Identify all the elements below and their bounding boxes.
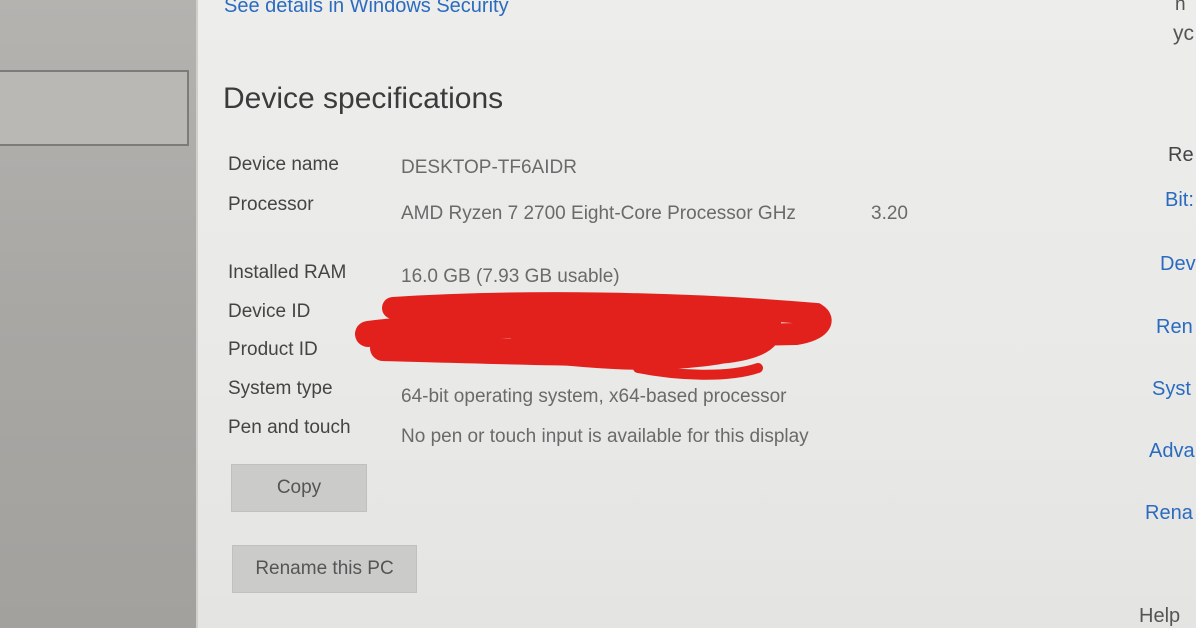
help-label[interactable]: Help	[1139, 605, 1180, 628]
rename-pc-button[interactable]: Rename this PC	[232, 545, 417, 593]
redaction-scribble	[355, 292, 832, 380]
related-link-system-protection[interactable]: Syst	[1152, 378, 1191, 401]
spec-value-device-name: DESKTOP-TF6AIDR	[401, 157, 577, 178]
spec-label-processor: Processor	[228, 194, 314, 215]
right-panel-text-2: yc	[1173, 22, 1194, 45]
section-title: Device specifications	[223, 82, 504, 115]
related-link-remote-desktop[interactable]: Ren	[1156, 316, 1193, 339]
spec-value-processor: AMD Ryzen 7 2700 Eight-Core Processor GH…	[401, 203, 796, 224]
related-link-bitlocker[interactable]: Bit:	[1165, 189, 1194, 212]
related-link-rename-pc[interactable]: Rena	[1145, 502, 1193, 525]
related-link-device-manager[interactable]: Dev	[1160, 253, 1196, 276]
copy-button[interactable]: Copy	[231, 464, 367, 512]
spec-label-product-id: Product ID	[228, 339, 318, 360]
spec-value-installed-ram: 16.0 GB (7.93 GB usable)	[401, 266, 620, 287]
spec-label-device-id: Device ID	[228, 301, 311, 322]
navigation-sidebar	[0, 0, 198, 628]
about-content-pane: See details in Windows Security Device s…	[198, 0, 1196, 628]
spec-label-system-type: System type	[228, 378, 333, 399]
spec-label-installed-ram: Installed RAM	[228, 262, 347, 283]
related-settings-heading: Re	[1168, 144, 1194, 166]
spec-value-processor-speed: 3.20	[871, 203, 908, 224]
right-panel-text-1: n	[1175, 0, 1186, 15]
spec-label-device-name: Device name	[228, 154, 339, 175]
spec-label-pen-and-touch: Pen and touch	[228, 417, 351, 438]
windows-security-link[interactable]: See details in Windows Security	[224, 0, 509, 18]
related-link-advanced-settings[interactable]: Adva	[1149, 440, 1195, 463]
sidebar-item-selected[interactable]	[0, 70, 189, 146]
spec-value-pen-and-touch: No pen or touch input is available for t…	[401, 426, 809, 447]
